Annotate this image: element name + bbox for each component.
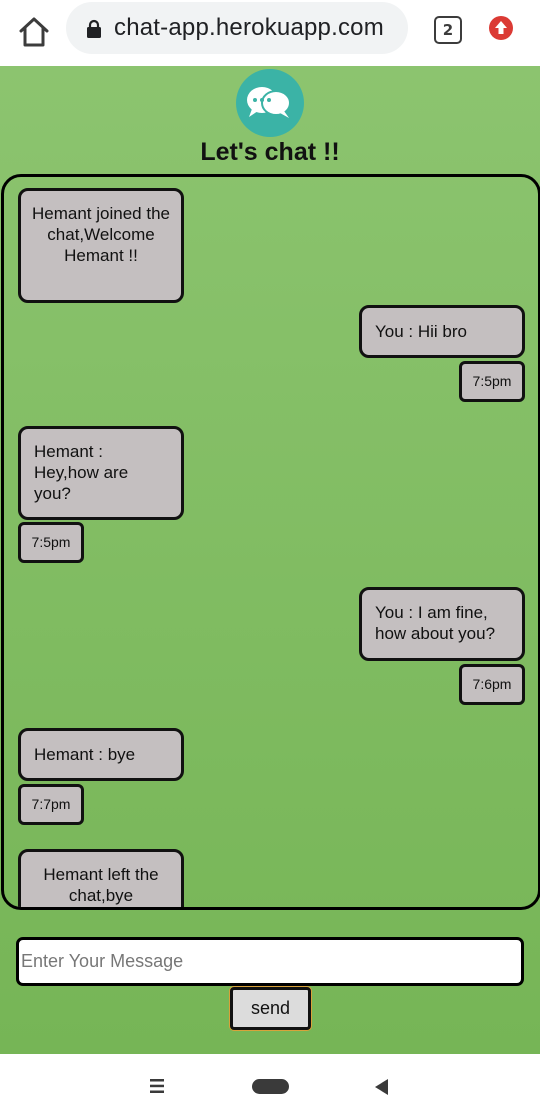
browser-toolbar: chat-app.herokuapp.com 2 (0, 0, 540, 67)
chat-messages[interactable]: Hemant joined the chat,Welcome Hemant !!… (1, 174, 540, 910)
chat-message: Hemant : bye (18, 728, 184, 781)
page-title: Let's chat !! (200, 138, 340, 166)
chat-message: Hemant : Hey,how are you? (18, 426, 184, 520)
message-text: You : I am fine, how about you? (375, 603, 496, 643)
message-text: Hemant : Hey,how are you? (34, 442, 129, 503)
back-triangle-icon[interactable] (373, 1078, 389, 1096)
tabs-icon[interactable]: 2 (434, 16, 462, 44)
recent-apps-icon[interactable] (149, 1078, 165, 1094)
message-input[interactable] (16, 937, 524, 986)
message-text: Hemant joined the chat,Welcome Hemant !! (32, 204, 170, 265)
address-bar[interactable]: chat-app.herokuapp.com (66, 2, 408, 54)
message-text: You : Hii bro (375, 322, 467, 341)
chat-app: Let's chat !! Hemant joined the chat,Wel… (0, 66, 540, 1054)
message-time: 7:6pm (459, 664, 525, 705)
lock-icon (87, 19, 101, 38)
url-text: chat-app.herokuapp.com (114, 14, 384, 41)
chat-bubbles-icon (236, 69, 304, 137)
message-text: Hemant left the chat,bye (43, 865, 159, 905)
update-arrow-icon[interactable] (488, 15, 514, 41)
message-text: Hemant : bye (34, 745, 136, 764)
system-nav-bar (0, 1054, 540, 1120)
chat-message: You : Hii bro (359, 305, 525, 358)
message-time: 7:5pm (459, 361, 525, 402)
send-button[interactable]: send (230, 987, 311, 1030)
chat-message: You : I am fine, how about you? (359, 587, 525, 661)
chat-message: Hemant joined the chat,Welcome Hemant !! (18, 188, 184, 303)
message-time: 7:5pm (18, 522, 84, 563)
home-pill-icon[interactable] (252, 1079, 289, 1094)
message-time: 7:7pm (18, 784, 84, 825)
home-icon[interactable] (16, 14, 52, 50)
chat-message: Hemant left the chat,bye (18, 849, 184, 907)
